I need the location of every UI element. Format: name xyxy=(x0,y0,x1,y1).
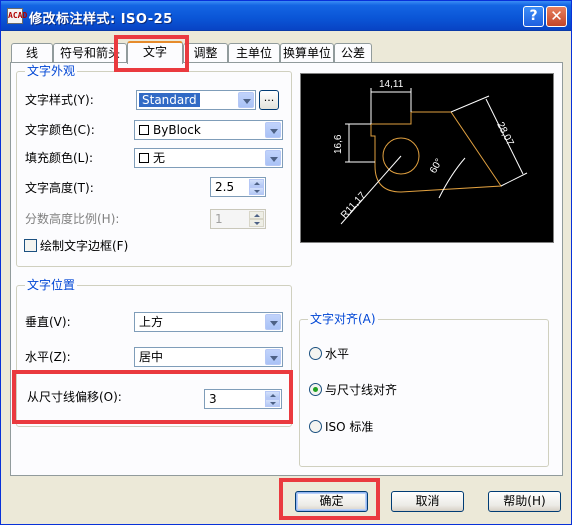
vertical-value: 上方 xyxy=(139,315,164,329)
align-with-dimline-label: 与尺寸线对齐 xyxy=(325,383,398,397)
tab-text[interactable]: 文字 xyxy=(127,41,183,64)
dimension-preview: 14,11 16,6 28,07 60° R11,17 xyxy=(300,73,554,243)
text-height-spinner[interactable]: 2.5 xyxy=(210,177,266,197)
dialog-window: ACAD 修改标注样式: ISO-25 ? ✕ 线 符号和箭头 文字 调整 主单… xyxy=(0,0,572,525)
fraction-scale-spinner: 1 xyxy=(210,209,266,229)
tab-primary-units[interactable]: 主单位 xyxy=(228,43,280,63)
text-alignment-legend: 文字对齐(A) xyxy=(308,312,378,326)
fraction-scale-label: 分数高度比例(H): xyxy=(25,212,120,226)
text-placement-legend: 文字位置 xyxy=(25,278,78,292)
horizontal-value: 居中 xyxy=(139,350,164,364)
tab-tolerances[interactable]: 公差 xyxy=(334,43,372,63)
horizontal-label: 水平(Z): xyxy=(25,350,71,364)
text-style-value: Standard xyxy=(139,93,200,107)
dialog-title: 修改标注样式: ISO-25 xyxy=(29,12,173,27)
title-bar[interactable]: ACAD 修改标注样式: ISO-25 ? ✕ xyxy=(1,1,571,31)
tab-fit[interactable]: 调整 xyxy=(183,43,228,63)
fill-color-label: 填充颜色(L): xyxy=(25,151,94,165)
color-swatch xyxy=(139,153,149,163)
app-icon: ACAD xyxy=(7,8,27,24)
dim-top-label: 14,11 xyxy=(379,79,404,90)
chevron-down-icon[interactable] xyxy=(265,150,281,166)
dim-left-label: 16,6 xyxy=(333,134,344,154)
tab-lines[interactable]: 线 xyxy=(11,43,53,63)
chevron-down-icon[interactable] xyxy=(265,314,281,330)
angle-label: 60° xyxy=(428,157,445,176)
dim-right-label: 28,07 xyxy=(494,120,515,148)
help-button[interactable]: 帮助(H) xyxy=(488,491,561,512)
fill-color-combo[interactable]: 无 xyxy=(134,148,283,168)
vertical-label: 垂直(V): xyxy=(25,315,71,329)
text-appearance-legend: 文字外观 xyxy=(25,64,78,78)
text-style-label: 文字样式(Y): xyxy=(25,93,94,107)
align-horizontal-label: 水平 xyxy=(325,347,350,361)
spin-down-icon[interactable] xyxy=(249,187,264,195)
fill-color-value: 无 xyxy=(153,151,166,165)
cancel-button[interactable]: 取消 xyxy=(391,491,464,512)
chevron-down-icon[interactable] xyxy=(238,92,254,108)
offset-value: 3 xyxy=(209,392,217,406)
text-height-label: 文字高度(T): xyxy=(25,181,94,195)
spin-up-icon[interactable] xyxy=(249,179,264,187)
text-frame-checkbox[interactable] xyxy=(24,239,37,252)
spin-up-icon[interactable] xyxy=(265,391,280,399)
text-frame-label: 绘制文字边框(F) xyxy=(40,239,129,253)
close-button[interactable]: ✕ xyxy=(546,6,567,27)
preview-drawing: 14,11 16,6 28,07 60° R11,17 xyxy=(333,79,528,225)
spin-up-icon xyxy=(249,211,264,219)
help-title-button[interactable]: ? xyxy=(523,6,544,27)
horizontal-combo[interactable]: 居中 xyxy=(134,347,283,367)
text-color-combo[interactable]: ByBlock xyxy=(134,120,283,140)
offset-label: 从尺寸线偏移(O): xyxy=(27,390,122,404)
tab-alternate-units[interactable]: 换算单位 xyxy=(280,43,334,63)
fraction-scale-value: 1 xyxy=(215,212,223,226)
spin-down-icon xyxy=(249,219,264,227)
text-style-combo[interactable]: Standard xyxy=(136,90,256,110)
text-color-value: ByBlock xyxy=(153,123,201,137)
vertical-combo[interactable]: 上方 xyxy=(134,312,283,332)
align-with-dimline-radio[interactable] xyxy=(309,383,322,396)
text-style-browse-button[interactable]: ... xyxy=(259,90,279,110)
ok-button[interactable]: 确定 xyxy=(295,491,368,512)
chevron-down-icon[interactable] xyxy=(265,122,281,138)
color-swatch xyxy=(139,125,149,135)
align-horizontal-radio[interactable] xyxy=(309,347,322,360)
text-color-label: 文字颜色(C): xyxy=(25,123,95,137)
chevron-down-icon[interactable] xyxy=(265,349,281,365)
spin-down-icon[interactable] xyxy=(265,399,280,407)
align-iso-radio[interactable] xyxy=(309,420,322,433)
text-height-value: 2.5 xyxy=(215,180,235,194)
align-iso-label: ISO 标准 xyxy=(325,420,374,434)
tab-symbols-arrows[interactable]: 符号和箭头 xyxy=(53,43,127,63)
offset-spinner[interactable]: 3 xyxy=(204,389,282,409)
radius-label: R11,17 xyxy=(339,190,369,221)
